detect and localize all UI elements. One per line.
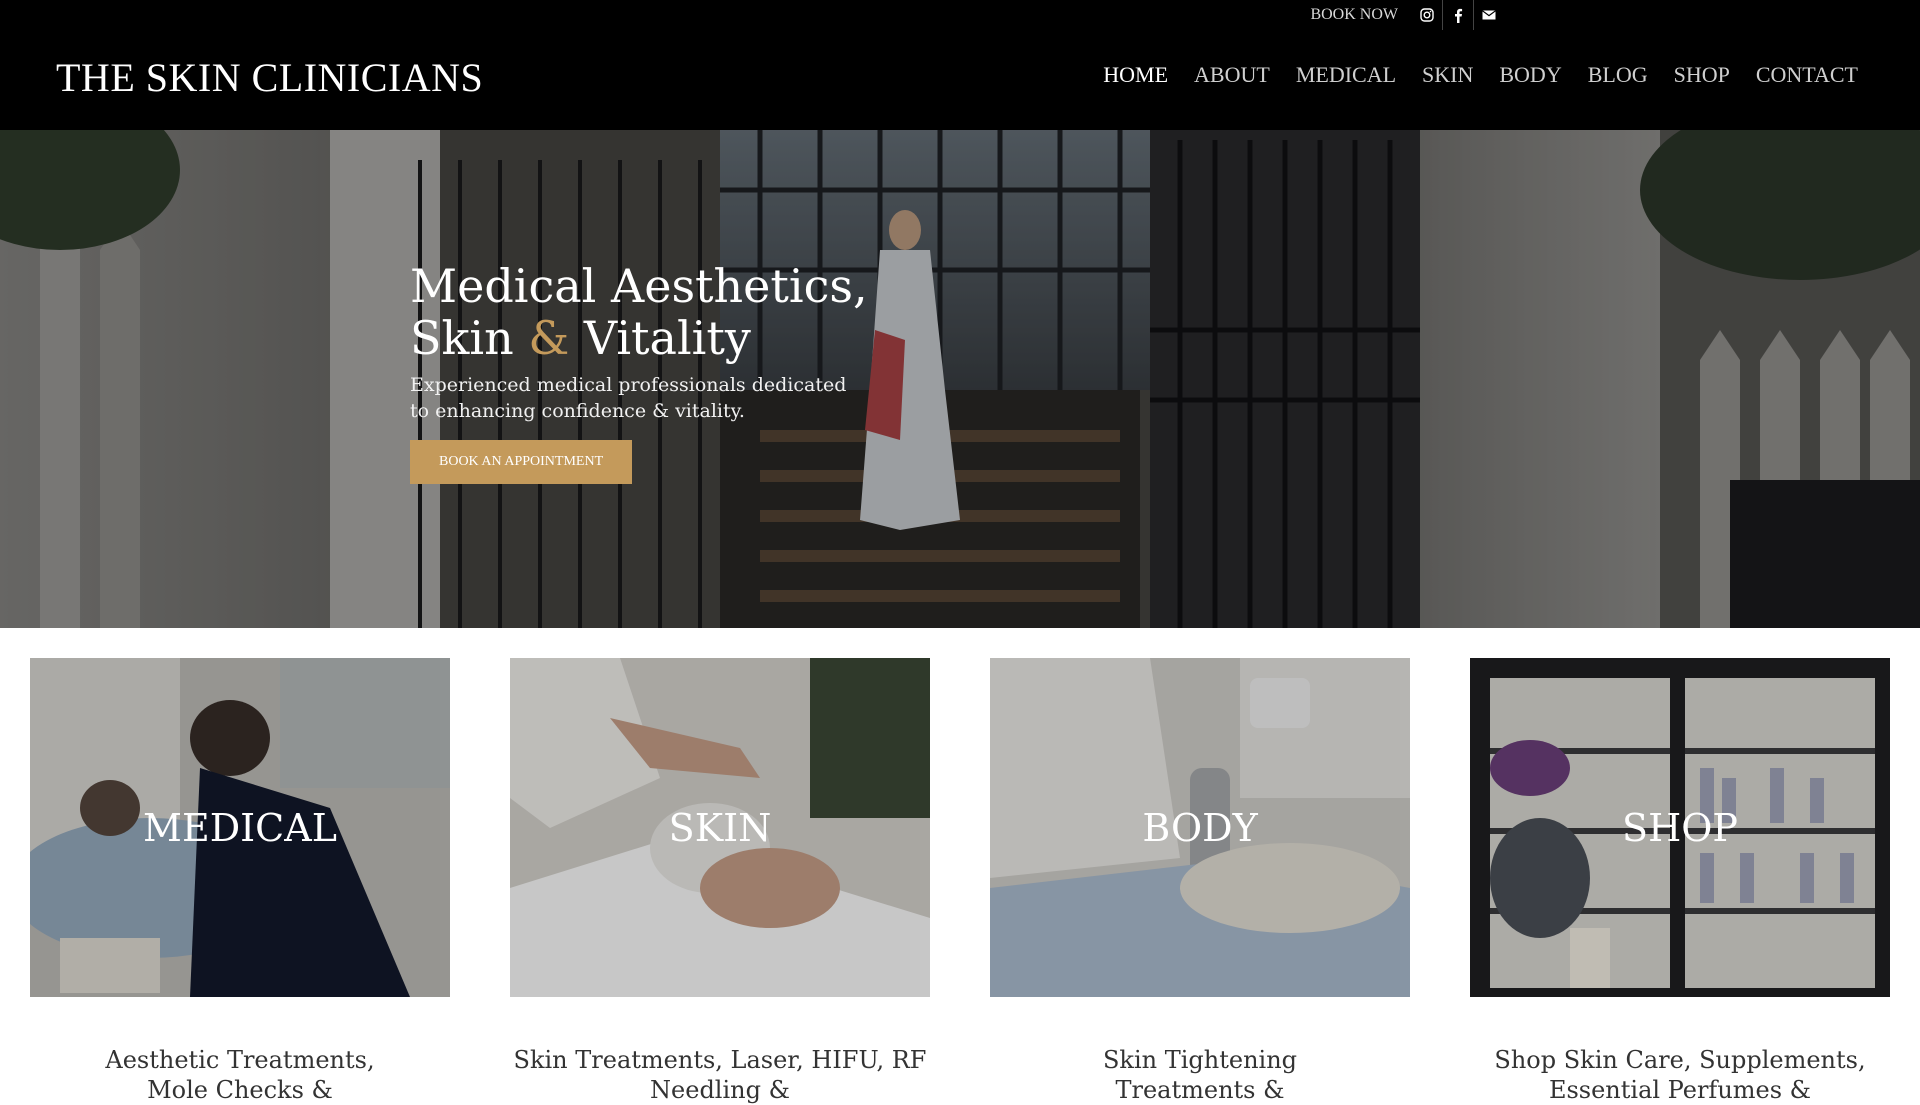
card-shop-photo[interactable]: SHOP xyxy=(1470,658,1890,997)
card-body-description: Skin Tightening Treatments & xyxy=(990,1045,1410,1105)
card-skin-photo[interactable]: SKIN xyxy=(510,658,930,997)
main-nav: HOME ABOUT MEDICAL SKIN BODY BLOG SHOP C… xyxy=(1103,62,1858,88)
card-skin-desc-line1: Skin Treatments, Laser, HIFU, RF xyxy=(513,1046,927,1074)
card-shop-desc-line2: Essential Perfumes & xyxy=(1548,1076,1812,1104)
card-skin-description: Skin Treatments, Laser, HIFU, RF Needlin… xyxy=(510,1045,930,1105)
card-body: BODY Skin Tightening Treatments & xyxy=(990,658,1410,1105)
nav-body[interactable]: BODY xyxy=(1499,62,1561,88)
nav-about[interactable]: ABOUT xyxy=(1194,62,1270,88)
hero-subtitle: Experienced medical professionals dedica… xyxy=(410,372,970,424)
card-shop-description: Shop Skin Care, Supplements, Essential P… xyxy=(1470,1045,1890,1105)
card-medical: MEDICAL Aesthetic Treatments, Mole Check… xyxy=(30,658,450,1105)
card-skin: SKIN Skin Treatments, Laser, HIFU, RF Ne… xyxy=(510,658,930,1105)
instagram-icon[interactable] xyxy=(1412,0,1442,30)
hero-title-line2a: Skin xyxy=(410,311,529,365)
hero-title-ampersand: & xyxy=(528,311,570,365)
nav-blog[interactable]: BLOG xyxy=(1588,62,1648,88)
card-medical-description: Aesthetic Treatments, Mole Checks & xyxy=(30,1045,450,1105)
nav-shop[interactable]: SHOP xyxy=(1674,62,1730,88)
card-shop-desc-line1: Shop Skin Care, Supplements, xyxy=(1494,1046,1866,1074)
site-header: BOOK NOW THE SKIN CLINICIANS HOME ABOUT … xyxy=(0,0,1920,130)
hero-subtitle-line1: Experienced medical professionals dedica… xyxy=(410,374,847,396)
nav-home[interactable]: HOME xyxy=(1103,62,1168,88)
book-now-link[interactable]: BOOK NOW xyxy=(1310,6,1398,24)
card-body-title: BODY xyxy=(1142,805,1258,850)
hero-subtitle-line2: to enhancing confidence & vitality. xyxy=(410,400,745,422)
nav-medical[interactable]: MEDICAL xyxy=(1296,62,1396,88)
card-body-desc-line1: Skin Tightening xyxy=(1102,1046,1298,1074)
hero-content: Medical Aesthetics, Skin & Vitality Expe… xyxy=(410,260,970,484)
service-cards: MEDICAL Aesthetic Treatments, Mole Check… xyxy=(0,658,1920,1104)
book-appointment-button[interactable]: BOOK AN APPOINTMENT xyxy=(410,440,633,484)
hero-title-line1: Medical Aesthetics, xyxy=(410,259,868,313)
card-body-photo[interactable]: BODY xyxy=(990,658,1410,997)
card-shop: SHOP Shop Skin Care, Supplements, Essent… xyxy=(1470,658,1890,1105)
facebook-icon[interactable] xyxy=(1443,0,1473,30)
hero-banner: Medical Aesthetics, Skin & Vitality Expe… xyxy=(0,130,1920,628)
card-skin-title: SKIN xyxy=(668,805,772,850)
card-medical-desc-line2: Mole Checks & xyxy=(147,1076,333,1104)
nav-skin[interactable]: SKIN xyxy=(1422,62,1473,88)
card-skin-desc-line2: Needling & xyxy=(650,1076,790,1104)
card-medical-photo[interactable]: MEDICAL xyxy=(30,658,450,997)
card-medical-desc-line1: Aesthetic Treatments, xyxy=(105,1046,375,1074)
site-logo[interactable]: THE SKIN CLINICIANS xyxy=(56,54,483,101)
hero-title: Medical Aesthetics, Skin & Vitality xyxy=(410,260,970,364)
card-medical-title: MEDICAL xyxy=(143,805,337,850)
utility-bar: BOOK NOW xyxy=(1310,0,1504,30)
hero-title-line2b: Vitality xyxy=(569,311,751,365)
card-body-desc-line2: Treatments & xyxy=(1115,1076,1285,1104)
mail-icon[interactable] xyxy=(1474,0,1504,30)
nav-contact[interactable]: CONTACT xyxy=(1756,62,1858,88)
card-shop-title: SHOP xyxy=(1622,805,1738,850)
